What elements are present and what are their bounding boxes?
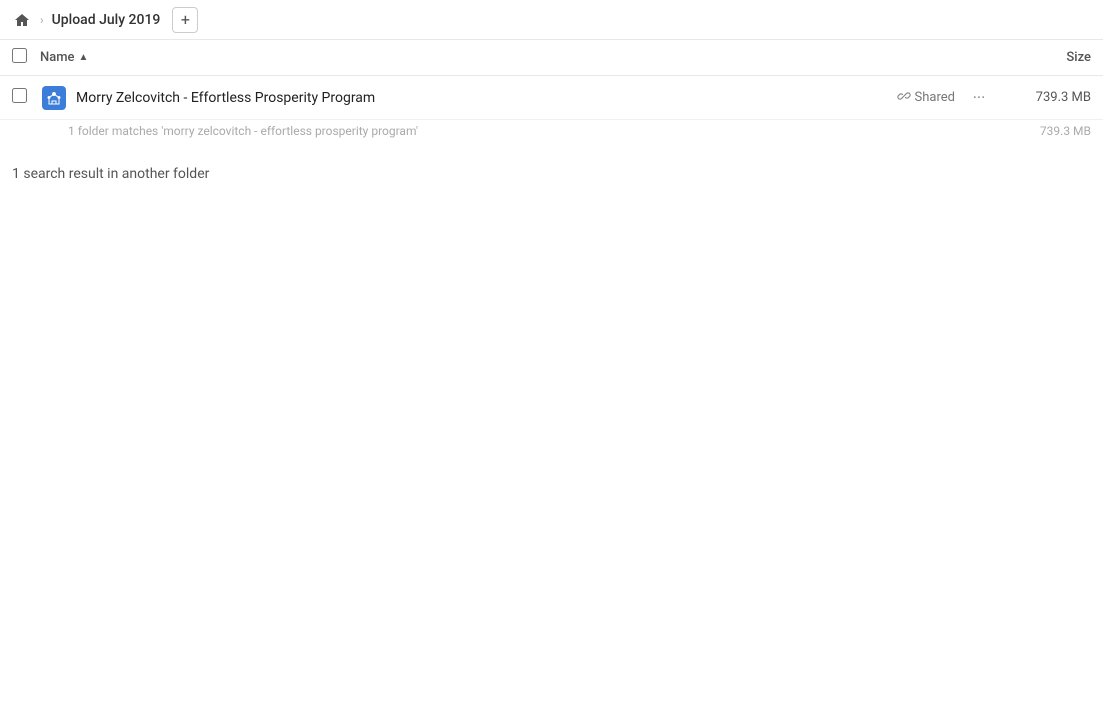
- name-column-header[interactable]: Name ▲: [40, 50, 991, 65]
- more-options-button[interactable]: ···: [967, 86, 991, 110]
- info-row: 1 folder matches 'morry zelcovitch - eff…: [0, 120, 1103, 146]
- shared-badge: Shared: [897, 89, 955, 107]
- table-row[interactable]: Morry Zelcovitch - Effortless Prosperity…: [0, 76, 1103, 120]
- sort-arrow-icon: ▲: [79, 52, 89, 63]
- name-column-label: Name: [40, 50, 75, 65]
- other-results-section: 1 search result in another folder: [0, 146, 1103, 182]
- file-size: 739.3 MB: [991, 90, 1091, 105]
- match-info-size: 739.3 MB: [1040, 124, 1091, 138]
- header-checkbox-cell: [12, 48, 40, 67]
- other-results-label: 1 search result in another folder: [12, 166, 209, 182]
- home-button[interactable]: [8, 6, 36, 34]
- row-checkbox-cell: [12, 88, 40, 107]
- row-select-checkbox[interactable]: [12, 88, 27, 103]
- row-actions: Shared ···: [897, 86, 991, 110]
- breadcrumb-chevron: ›: [40, 13, 44, 27]
- folder-icon-cell: [40, 86, 68, 110]
- header-bar: › Upload July 2019 +: [0, 0, 1103, 40]
- size-column-header: Size: [991, 50, 1091, 65]
- link-icon: [897, 89, 911, 107]
- select-all-checkbox[interactable]: [12, 48, 27, 63]
- breadcrumb-current: Upload July 2019: [48, 10, 165, 30]
- folder-name[interactable]: Morry Zelcovitch - Effortless Prosperity…: [68, 90, 897, 106]
- column-header-row: Name ▲ Size: [0, 40, 1103, 76]
- shared-label: Shared: [915, 90, 955, 105]
- match-info-text: 1 folder matches 'morry zelcovitch - eff…: [68, 124, 418, 138]
- shared-folder-icon: [42, 86, 66, 110]
- add-button[interactable]: +: [172, 7, 198, 33]
